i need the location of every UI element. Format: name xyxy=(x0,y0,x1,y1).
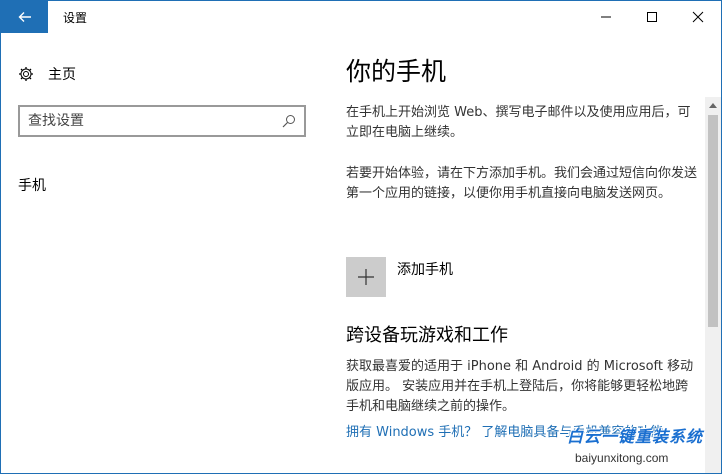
section-title: 跨设备玩游戏和工作 xyxy=(346,325,508,346)
add-phone-label: 添加手机 xyxy=(397,262,453,278)
back-button[interactable] xyxy=(1,1,48,33)
close-icon xyxy=(692,11,704,23)
instruction-paragraph: 若要开始体验，请在下方添加手机。我们会通过短信向你发送第一个应用的链接，以便你用… xyxy=(346,166,698,201)
search-icon[interactable] xyxy=(282,114,296,128)
maximize-button[interactable] xyxy=(629,1,675,33)
back-arrow-icon xyxy=(18,12,31,22)
gear-icon xyxy=(19,67,33,81)
minimize-icon xyxy=(601,16,611,18)
watermark-url: baiyunxitong.com xyxy=(575,451,669,465)
settings-window: 设置 主页 手机 xyxy=(0,0,722,474)
nav-home-label: 主页 xyxy=(48,67,76,83)
intro-paragraph: 在手机上开始浏览 Web、撰写电子邮件以及使用应用后，可立即在电脑上继续。 xyxy=(346,105,691,140)
nav-item-phone[interactable]: 手机 xyxy=(18,175,46,195)
watermark-text: 白云一键重装系统 xyxy=(567,427,704,446)
scroll-up-button[interactable] xyxy=(705,97,721,113)
nav-home[interactable]: 主页 xyxy=(18,63,76,85)
maximize-icon xyxy=(647,12,657,22)
close-button[interactable] xyxy=(675,1,721,33)
scrollbar[interactable] xyxy=(705,97,721,473)
title-bar: 设置 xyxy=(1,1,721,33)
window-title: 设置 xyxy=(63,11,88,25)
watermark: 白云一键重装系统 baiyunxitong.com xyxy=(567,421,717,471)
plus-icon xyxy=(358,269,374,285)
page-title: 你的手机 xyxy=(346,57,447,86)
scroll-thumb[interactable] xyxy=(708,115,718,327)
add-phone-tile[interactable] xyxy=(346,257,386,297)
minimize-button[interactable] xyxy=(583,1,629,33)
main-content: 你的手机 在手机上开始浏览 Web、撰写电子邮件以及使用应用后，可立即在电脑上继… xyxy=(346,55,701,440)
search-box[interactable] xyxy=(18,105,306,137)
search-input[interactable] xyxy=(28,113,282,129)
add-phone-button[interactable]: 添加手机 xyxy=(346,257,453,297)
cross-device-paragraph: 获取最喜爱的适用于 iPhone 和 Android 的 Microsoft 移… xyxy=(346,359,694,414)
chevron-up-icon xyxy=(709,103,717,108)
